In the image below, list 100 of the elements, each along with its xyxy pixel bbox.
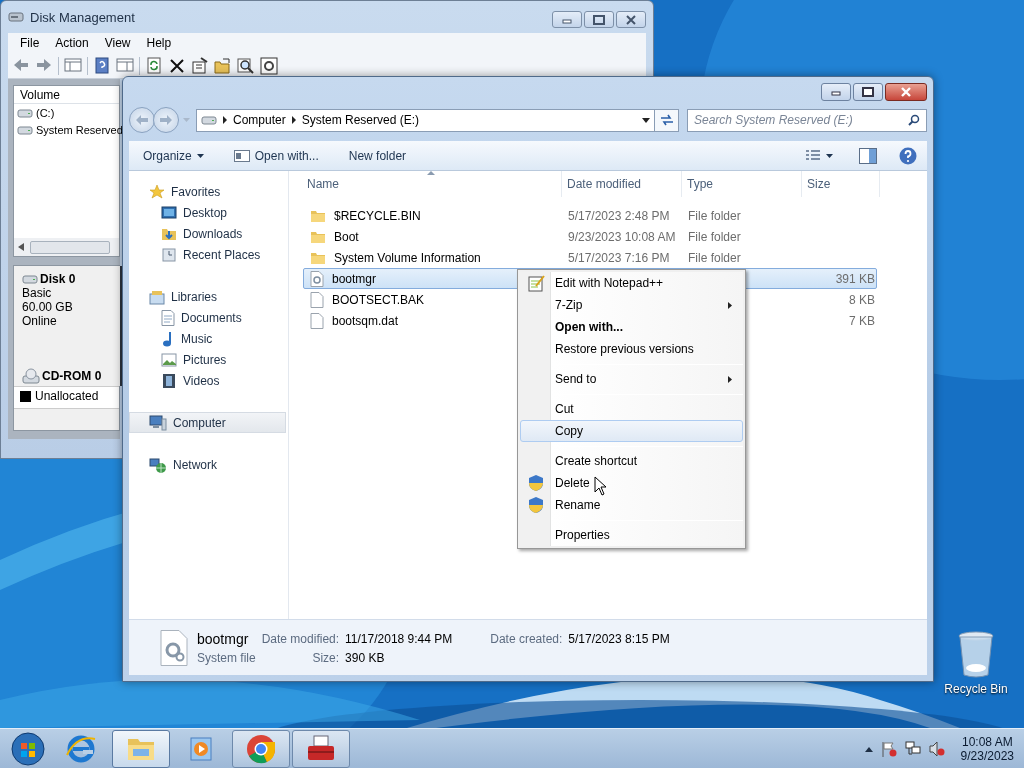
help-icon[interactable]	[93, 56, 111, 75]
menu-item[interactable]: Open with...	[520, 316, 743, 338]
column-header[interactable]: Size	[802, 171, 880, 197]
close-icon	[899, 86, 913, 98]
breadcrumb-item[interactable]: System Reserved (E:)	[301, 113, 420, 127]
computer-icon	[149, 414, 167, 431]
refresh-button[interactable]	[655, 108, 679, 132]
nav-item[interactable]: Downloads	[129, 223, 288, 244]
nav-item[interactable]: Desktop	[129, 202, 288, 223]
folder-icon	[310, 208, 326, 223]
file-name[interactable]: bootsqm.dat	[332, 313, 399, 328]
submenu-arrow-icon	[728, 376, 732, 383]
menu-item[interactable]: Copy	[520, 420, 743, 442]
desktop-icon	[161, 205, 177, 220]
nav-item[interactable]: Computer	[129, 412, 286, 433]
menu-item[interactable]: File	[12, 34, 48, 52]
preview-pane-icon[interactable]	[859, 147, 877, 164]
film-icon	[161, 372, 177, 389]
file-name[interactable]: System Volume Information	[334, 250, 481, 265]
delete-x-icon[interactable]	[168, 56, 186, 75]
open-with-button[interactable]: Open with...	[229, 146, 323, 165]
nav-item[interactable]: Documents	[129, 307, 288, 328]
desktop-icon-label[interactable]: Recycle Bin	[944, 682, 1008, 696]
menu-item[interactable]: View	[96, 34, 139, 52]
column-header[interactable]: Type	[682, 171, 802, 197]
back-arrow-icon	[136, 115, 148, 125]
minimize-button[interactable]	[552, 11, 582, 28]
file-name[interactable]: $RECYCLE.BIN	[334, 208, 421, 223]
recent-places-icon	[161, 246, 177, 263]
scroll-left-icon[interactable]	[18, 243, 24, 251]
nav-item[interactable]: Videos	[129, 370, 288, 391]
shield-icon	[528, 474, 544, 492]
star-icon	[149, 183, 165, 200]
maximize-icon	[592, 13, 606, 26]
chevron-right-icon[interactable]	[291, 116, 296, 124]
chevron-right-icon[interactable]	[223, 116, 227, 124]
help-icon[interactable]	[899, 146, 917, 165]
menu-item[interactable]: Send to	[520, 368, 743, 390]
windows-orb-icon	[10, 731, 46, 767]
menu-item[interactable]: Delete	[520, 472, 743, 494]
taskbar-button[interactable]	[292, 730, 350, 768]
refresh-icon[interactable]	[145, 56, 163, 75]
search-field[interactable]: Search System Reserved (E:)	[687, 108, 927, 132]
nav-item[interactable]: Recent Places	[129, 244, 288, 265]
network-icon[interactable]	[904, 741, 921, 757]
disk-name: CD-ROM 0	[42, 369, 102, 383]
file-name[interactable]: bootmgr	[332, 271, 377, 286]
detail-value: 390 KB	[345, 650, 386, 665]
document-icon	[161, 309, 175, 326]
address-bar[interactable]: Computer System Reserved (E:)	[196, 108, 655, 132]
clock[interactable]: 10:08 AM 9/23/2023	[960, 735, 1014, 763]
volume-name: (C:)	[36, 106, 55, 119]
close-button[interactable]	[885, 83, 927, 101]
flag-icon[interactable]	[880, 741, 897, 757]
column-header[interactable]: Volume	[14, 86, 119, 104]
file-type: File folder	[688, 208, 741, 223]
caret-icon	[826, 153, 833, 158]
new-folder-button[interactable]: New folder	[344, 146, 411, 165]
nav-item[interactable]: Network	[129, 454, 288, 475]
menu-item[interactable]: Help	[138, 34, 180, 52]
speaker-muted-icon[interactable]	[928, 741, 945, 757]
file-name[interactable]: Boot	[334, 229, 359, 244]
nav-item[interactable]: Libraries	[129, 286, 288, 307]
open-folder-icon[interactable]	[214, 56, 232, 75]
maximize-button[interactable]	[853, 83, 883, 101]
close-button[interactable]	[616, 11, 646, 28]
magnifier-icon[interactable]	[237, 56, 255, 75]
panel-icon[interactable]	[64, 56, 82, 75]
menu-item[interactable]: 7-Zip	[520, 294, 743, 316]
disk-name: Disk 0	[40, 272, 76, 286]
refresh-arrows-icon	[659, 114, 674, 126]
scrollbar-thumb[interactable]	[30, 240, 110, 254]
close-icon	[624, 13, 638, 26]
gear-file-icon	[159, 629, 189, 666]
submenu-arrow-icon	[728, 302, 732, 309]
drive-icon	[17, 124, 33, 135]
file-name[interactable]: BOOTSECT.BAK	[332, 292, 425, 307]
show-hidden-icons-icon[interactable]	[864, 746, 873, 752]
menu-item[interactable]: Rename	[520, 494, 743, 516]
menu-item[interactable]: Restore previous versions	[520, 338, 743, 360]
taskbar-button[interactable]	[112, 730, 170, 768]
panel-icon[interactable]	[116, 56, 134, 75]
disk-info: 60.00 GB	[22, 300, 74, 314]
organize-button[interactable]: Organize	[139, 146, 208, 165]
nav-item[interactable]: Favorites	[129, 181, 288, 202]
maximize-button[interactable]	[584, 11, 614, 28]
drive-icon	[22, 274, 38, 284]
file-type: System file	[197, 650, 256, 665]
menu-item[interactable]: Create shortcut	[520, 450, 743, 472]
maximize-icon	[861, 86, 875, 98]
nav-item[interactable]: Music	[129, 328, 288, 349]
menu-item[interactable]: Action	[47, 34, 97, 52]
breadcrumb-item[interactable]: Computer	[233, 113, 286, 127]
menu-item[interactable]: Cut	[520, 398, 743, 420]
menu-item[interactable]: Edit with Notepad++	[520, 272, 743, 294]
chrome-icon	[245, 733, 277, 765]
menu-item[interactable]: Properties	[520, 524, 743, 546]
dropdown-arrow-icon[interactable]	[642, 117, 650, 123]
column-header[interactable]: Date modified	[562, 171, 682, 197]
nav-item[interactable]: Pictures	[129, 349, 288, 370]
